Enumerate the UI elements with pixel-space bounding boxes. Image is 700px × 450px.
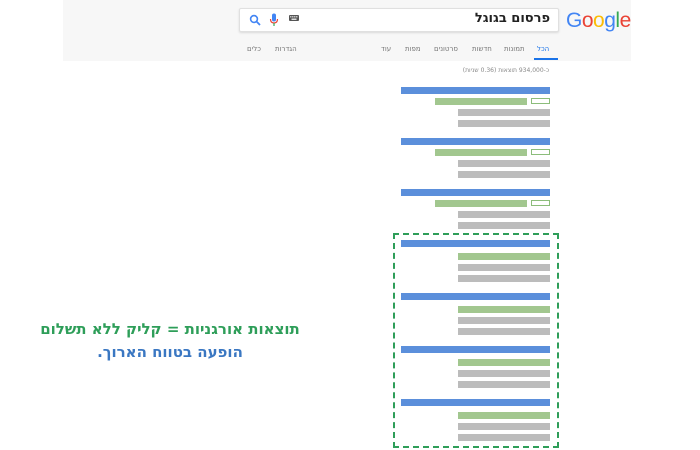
result-url-placeholder (458, 306, 550, 313)
google-logo[interactable]: Google (566, 9, 631, 33)
result-description-placeholder (458, 328, 550, 335)
result-stats: כ-934,000 תוצאות (0.36 שניות) (462, 67, 549, 74)
logo-letter: o (581, 9, 594, 32)
result-title-placeholder[interactable] (401, 293, 550, 300)
result-description-placeholder (458, 275, 550, 282)
result-description-placeholder (458, 370, 550, 377)
tab-settings[interactable]: הגדרות (275, 45, 297, 53)
result-description-placeholder (458, 160, 550, 167)
result-description-placeholder (458, 317, 550, 324)
logo-letter: o (593, 9, 605, 32)
result-title-placeholder[interactable] (401, 346, 550, 353)
result-url-placeholder (458, 359, 550, 366)
tab-tools[interactable]: כלים (247, 45, 261, 53)
result-description-placeholder (458, 423, 550, 430)
result-description-placeholder (458, 381, 550, 388)
caption-long-term: הופעה בטווח הארוך. (97, 343, 243, 361)
tab-all[interactable]: הכל (537, 45, 549, 53)
search-icon[interactable] (249, 14, 261, 26)
result-description-placeholder (458, 171, 550, 178)
ad-badge-placeholder (531, 200, 550, 206)
tab-images[interactable]: תמונות (504, 45, 525, 53)
ad-badge-placeholder (531, 98, 550, 104)
result-description-placeholder (458, 434, 550, 441)
tab-videos[interactable]: סרטונים (434, 45, 458, 53)
result-description-placeholder (458, 211, 550, 218)
result-title-placeholder[interactable] (401, 87, 550, 94)
result-url-placeholder (435, 98, 527, 105)
result-url-placeholder (435, 149, 527, 156)
result-description-placeholder (458, 109, 550, 116)
search-input[interactable]: פרסום בגוגל (239, 8, 559, 32)
logo-letter: g (604, 9, 616, 32)
tab-maps[interactable]: מפות (405, 45, 421, 53)
result-url-placeholder (458, 412, 550, 419)
logo-letter: e (619, 9, 632, 32)
result-description-placeholder (458, 264, 550, 271)
result-title-placeholder[interactable] (401, 189, 550, 196)
ad-badge-placeholder (531, 149, 550, 155)
tab-more[interactable]: עוד (381, 45, 391, 53)
search-query: פרסום בגוגל (474, 11, 550, 26)
caption-organic-results: תוצאות אורגניות = קליק ללא תשלום (40, 320, 300, 338)
result-title-placeholder[interactable] (401, 240, 550, 247)
microphone-icon[interactable] (269, 13, 279, 27)
result-title-placeholder[interactable] (401, 399, 550, 406)
result-url-placeholder (458, 253, 550, 260)
active-tab-indicator (534, 58, 558, 60)
result-url-placeholder (435, 200, 527, 207)
tab-news[interactable]: חדשות (472, 45, 492, 53)
result-description-placeholder (458, 120, 550, 127)
logo-letter: G (566, 9, 582, 32)
result-description-placeholder (458, 222, 550, 229)
keyboard-icon[interactable] (289, 15, 299, 21)
result-title-placeholder[interactable] (401, 138, 550, 145)
